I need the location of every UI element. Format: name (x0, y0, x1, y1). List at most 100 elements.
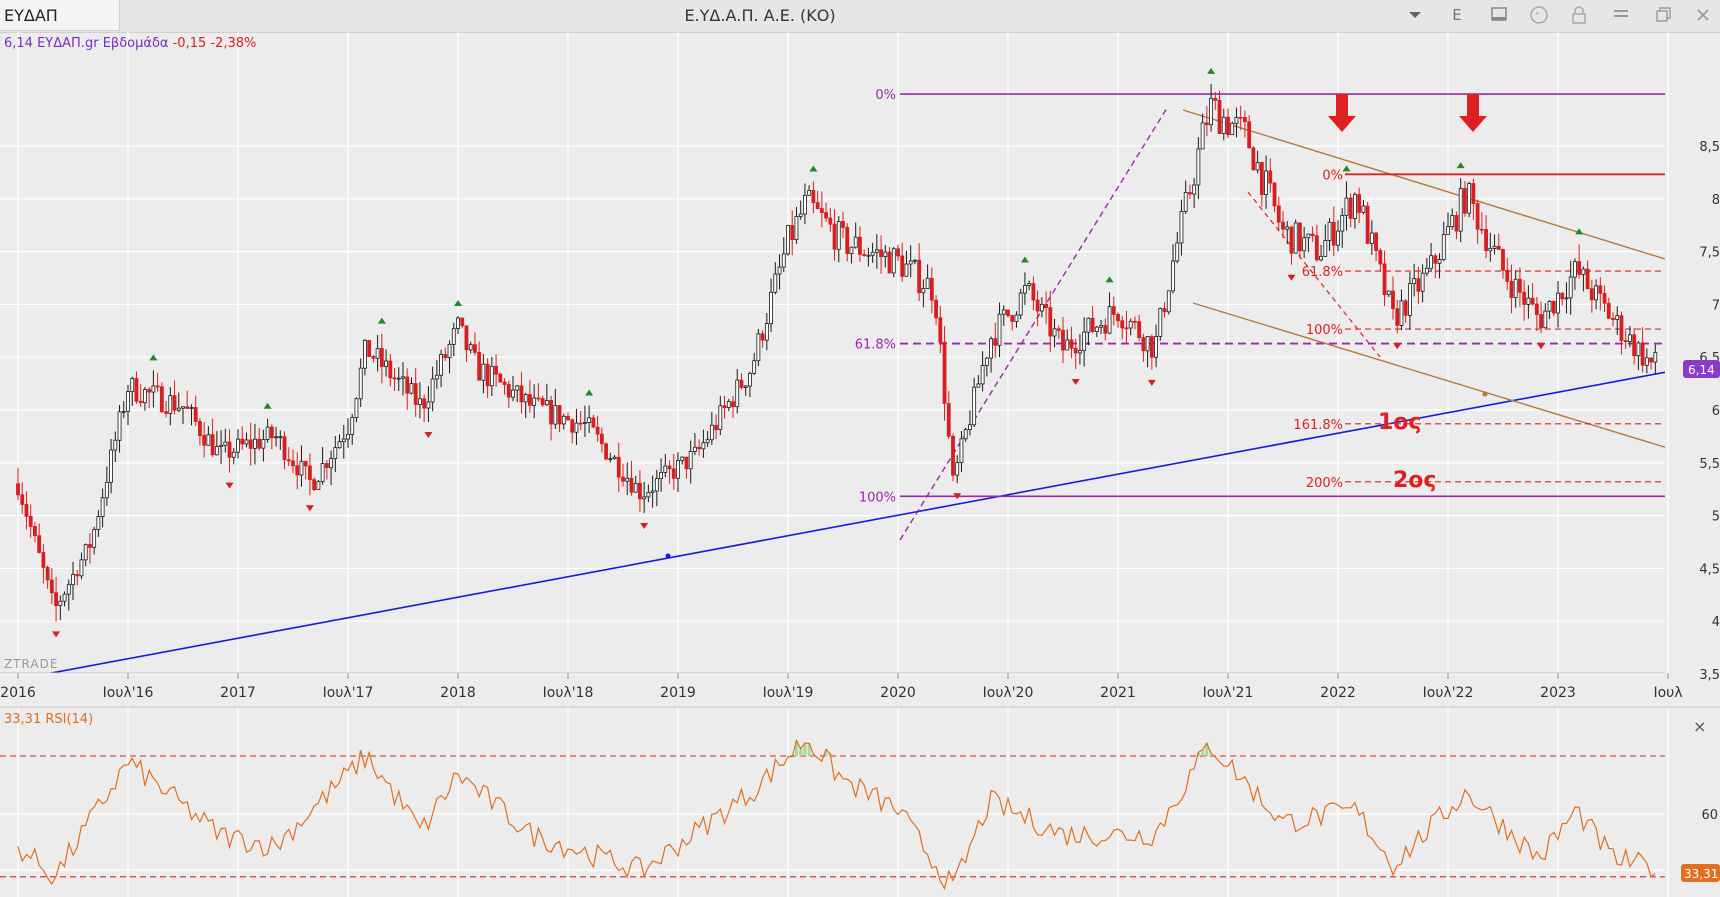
lock-icon[interactable] (1568, 4, 1590, 26)
x-axis: 2016 Ιουλ'16 2017 Ιουλ'17 2018 Ιουλ'18 2019 Ιου… (0, 672, 1683, 701)
candle-body (980, 365, 985, 385)
candle-body (824, 212, 828, 219)
candle-body (1141, 337, 1146, 352)
candle-body (638, 482, 642, 500)
candle-body (1234, 116, 1239, 124)
candle-body (257, 438, 262, 449)
swing-high-marker (454, 299, 462, 306)
candle-body (1107, 306, 1112, 334)
candle-body (913, 259, 917, 262)
candle-body (1551, 300, 1556, 314)
price-chart[interactable]: 6,14 ΕΥΔΑΠ.gr Εβδομάδα -0,15 -2,38% 0%61… (0, 32, 1720, 897)
swing-low-marker (1537, 343, 1546, 350)
candle-body (316, 481, 321, 491)
dropdown-chevron-icon[interactable] (1404, 4, 1426, 26)
candle-body (756, 333, 761, 362)
candle-body (354, 398, 359, 418)
candle-body (1073, 347, 1078, 354)
candle-body (104, 481, 109, 499)
candle-body (1416, 278, 1421, 292)
candle-body (836, 221, 841, 250)
candle-body (1509, 280, 1514, 298)
quote-icon[interactable]: " (1528, 4, 1550, 26)
screen-icon[interactable] (1488, 4, 1510, 26)
candle-body (456, 317, 460, 330)
candle-body (807, 190, 812, 196)
candle-body (714, 424, 718, 431)
menu-icon[interactable] (1610, 4, 1632, 26)
candle-body (1023, 285, 1027, 294)
edit-button[interactable]: E (1446, 4, 1468, 26)
candle-body (1471, 183, 1476, 204)
rsi-tick-label: 60 (1701, 808, 1718, 823)
candle-body (96, 516, 101, 530)
candle-body (688, 451, 693, 470)
candle-body (1598, 285, 1603, 294)
candle-body (1014, 314, 1019, 322)
candle-body (929, 277, 934, 301)
close-window-icon[interactable] (1692, 4, 1714, 26)
candle-body (401, 376, 405, 379)
candle-body (1251, 147, 1256, 171)
candle-body (1399, 300, 1404, 326)
candle-body (130, 378, 135, 392)
drawings[interactable] (28, 93, 1720, 679)
candle-body (1446, 226, 1450, 235)
rsi-grid (0, 707, 1669, 897)
candle-body (320, 463, 325, 482)
candle-body (735, 379, 740, 408)
y-tick-label: 6 (1712, 404, 1720, 419)
candle-body (693, 446, 697, 452)
candle-body (1331, 221, 1336, 246)
candle-body (841, 221, 845, 228)
candle-body (599, 433, 604, 445)
candle-body (904, 263, 909, 277)
candle-body (523, 394, 528, 403)
candle-body (1594, 285, 1598, 301)
candle-body (388, 360, 393, 379)
candle-body (667, 465, 672, 470)
candle-body (337, 441, 342, 449)
candle-body (654, 478, 659, 492)
candle-body (1217, 100, 1222, 134)
candle-body (1640, 342, 1645, 366)
window-title: Ε.ΥΔ.Α.Π. Α.Ε. (ΚΟ) (684, 6, 836, 25)
candle-body (176, 407, 181, 411)
candle-body (1044, 303, 1048, 308)
x-tick-label: Ιουλ'22 (1423, 685, 1474, 701)
candle-body (676, 460, 680, 479)
candle-body (515, 385, 520, 391)
candle-body (1458, 188, 1463, 232)
restore-window-icon[interactable] (1652, 4, 1674, 26)
candle-body (413, 383, 418, 405)
candle-body (1408, 283, 1412, 316)
candle-body (1133, 320, 1137, 323)
candle-body (891, 248, 896, 274)
candle-body (1188, 192, 1192, 195)
x-tick-label: 2017 (220, 685, 256, 701)
candle-body (1103, 325, 1108, 334)
candle-body (574, 422, 579, 433)
swing-high-marker (1020, 256, 1029, 263)
candle-body (1437, 259, 1442, 264)
candle-body (671, 468, 676, 479)
candle-body (392, 377, 397, 380)
candle-body (113, 439, 118, 451)
candle-body (752, 360, 757, 374)
candle-body (629, 477, 634, 493)
candle-body (1179, 210, 1184, 244)
candle-body (159, 386, 164, 413)
candle-body (1496, 245, 1501, 250)
candle-body (1547, 300, 1552, 312)
symbol-input[interactable]: ΕΥΔΑΠ (0, 0, 120, 31)
candle-body (798, 213, 803, 217)
candle-body (828, 217, 833, 225)
candle-body (532, 397, 537, 406)
candle-body (231, 451, 236, 458)
close-rsi-icon[interactable]: × (1693, 717, 1706, 736)
candle-body (1082, 331, 1087, 352)
candle-body (1255, 162, 1260, 171)
candle-body (1154, 336, 1158, 358)
swing-high-marker (263, 402, 272, 409)
candle-body (972, 386, 977, 426)
